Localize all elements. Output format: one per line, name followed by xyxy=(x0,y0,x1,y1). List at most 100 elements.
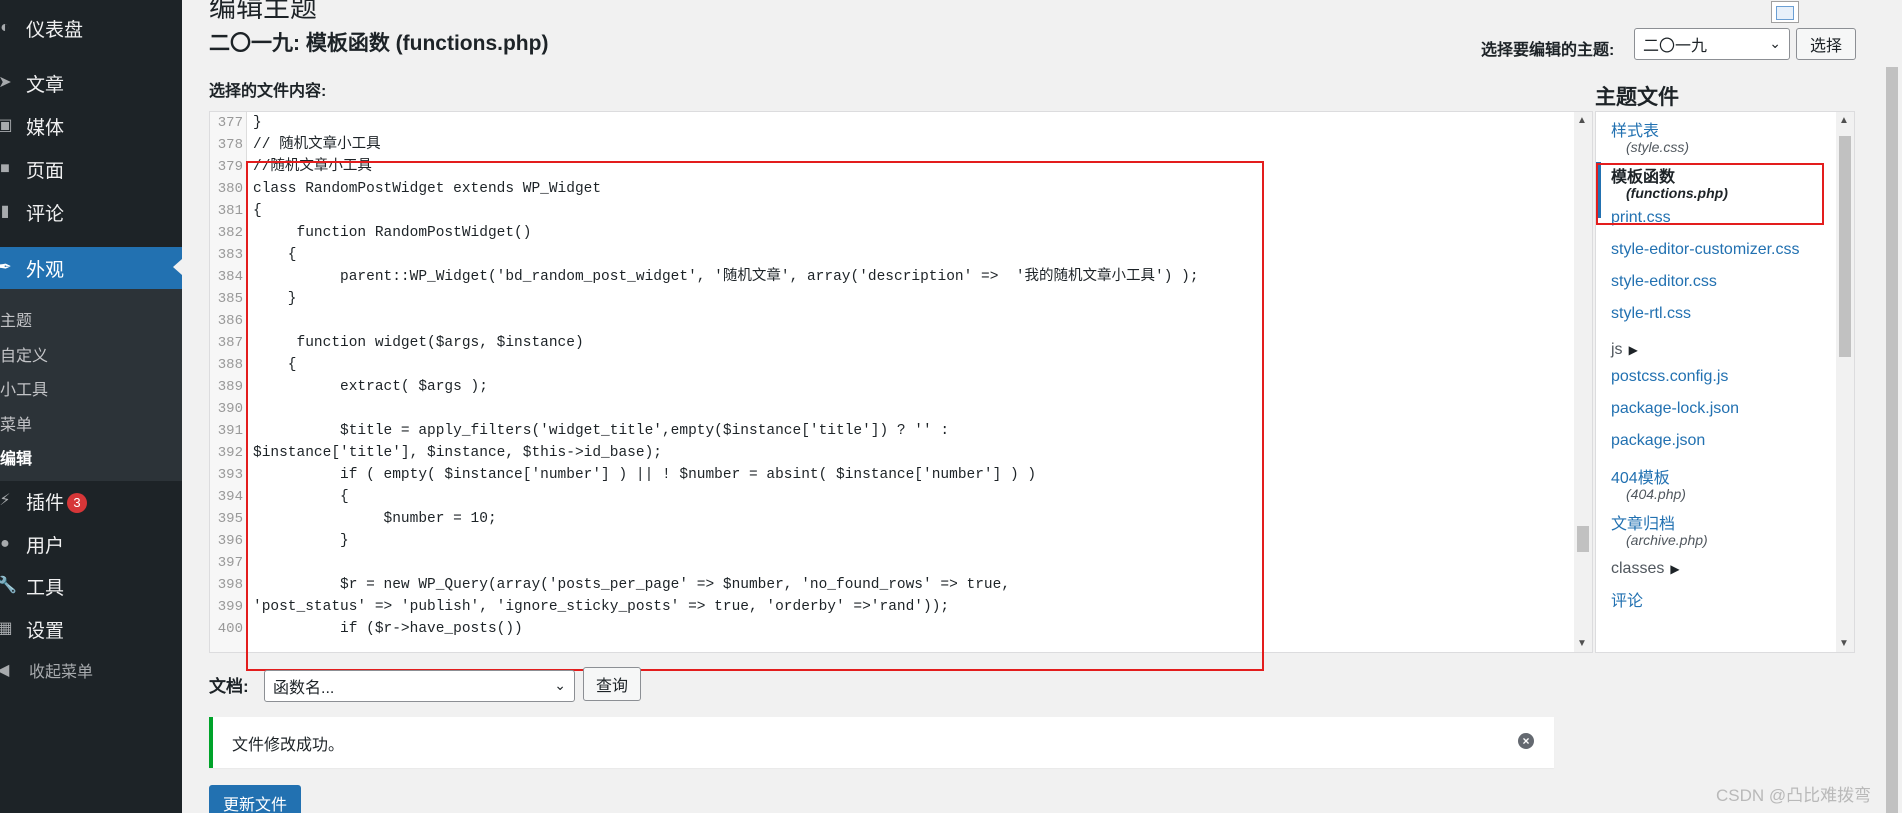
code-line[interactable]: 397 xyxy=(210,552,1570,574)
pin-icon: ➤ xyxy=(0,74,12,91)
code-line[interactable]: 399 'post_status' => 'publish', 'ignore_s… xyxy=(210,596,1570,618)
file-link[interactable]: style-editor.css xyxy=(1611,273,1717,291)
appearance-icon: ✒ xyxy=(0,259,12,276)
menu-plugins[interactable]: ⚡ 插件 3 xyxy=(0,481,182,521)
menu-dashboard[interactable]: ◐ 仪表盘 xyxy=(0,8,182,48)
code-line[interactable]: 388 { xyxy=(210,354,1570,376)
code-line[interactable]: 395 $number = 10; xyxy=(210,508,1570,530)
code-line[interactable]: 391 $title = apply_filters('widget_title… xyxy=(210,420,1570,442)
scroll-up-arrow-icon[interactable]: ▲ xyxy=(1577,115,1587,126)
submenu-customize[interactable]: 自定义 xyxy=(0,342,48,366)
file-link[interactable]: 评论 xyxy=(1611,587,1643,611)
file-link[interactable]: print.css xyxy=(1611,209,1671,227)
function-name-select[interactable]: 函数名... ⌄ xyxy=(264,670,575,702)
code-line[interactable]: 387 function widget($args, $instance) xyxy=(210,332,1570,354)
code-line[interactable]: 389 extract( $args ); xyxy=(210,376,1570,398)
code-line[interactable]: 385 } xyxy=(210,288,1570,310)
code-text: function widget($args, $instance) xyxy=(253,335,584,351)
code-text: 'post_status' => 'publish', 'ignore_stic… xyxy=(253,599,950,615)
menu-comments[interactable]: ▮ 评论 xyxy=(0,192,182,232)
menu-appearance[interactable]: ✒ 外观 xyxy=(0,247,182,289)
caret-right-icon: ▶ xyxy=(1628,343,1638,357)
code-line[interactable]: 377} xyxy=(210,112,1570,134)
theme-select[interactable]: 二〇一九 ⌄ xyxy=(1634,28,1790,60)
code-editor[interactable]: 377} 378 // 随机文章小工具 379 //随机文章小工具 380 class Ra… xyxy=(209,111,1593,653)
code-line[interactable]: 379 //随机文章小工具 xyxy=(210,156,1570,178)
file-link[interactable]: package-lock.json xyxy=(1611,400,1739,418)
code-line[interactable]: 392 $instance['title'], $instance, $this-… xyxy=(210,442,1570,464)
select-theme-button[interactable]: 选择 xyxy=(1796,28,1856,60)
function-name-placeholder: 函数名... xyxy=(273,680,335,697)
menu-users[interactable]: ● 用户 xyxy=(0,524,182,564)
code-line[interactable]: 383 { xyxy=(210,244,1570,266)
code-line[interactable]: 384 parent::WP_Widget('bd_random_post_wi… xyxy=(210,266,1570,288)
line-number: 400 xyxy=(217,621,243,637)
collapse-menu-label: 收起菜单 xyxy=(29,664,94,681)
file-name-hint: (404.php) xyxy=(1626,486,1686,502)
file-link[interactable]: 404模板 xyxy=(1611,464,1670,488)
line-number: 395 xyxy=(217,511,243,527)
menu-posts[interactable]: ➤ 文章 xyxy=(0,63,182,103)
file-link[interactable]: style-rtl.css xyxy=(1611,305,1691,323)
theme-files-panel: 样式表 (style.css) 模板函数 (functions.php) print.c… xyxy=(1595,111,1855,653)
menu-label: 工具 xyxy=(26,577,65,599)
line-number: 381 xyxy=(217,203,243,219)
file-link[interactable]: style-editor-customizer.css xyxy=(1611,241,1800,259)
code-line[interactable]: 378 // 随机文章小工具 xyxy=(210,134,1570,156)
code-line[interactable]: 400 if ($r->have_posts()) xyxy=(210,618,1570,640)
code-text: { xyxy=(253,357,297,373)
menu-label: 设置 xyxy=(26,620,65,642)
dismiss-icon[interactable]: × xyxy=(1518,733,1534,749)
menu-settings[interactable]: ▦ 设置 xyxy=(0,609,182,649)
files-scroll-thumb[interactable] xyxy=(1839,136,1851,357)
menu-pages[interactable]: ■ 页面 xyxy=(0,149,182,189)
code-text: $number = 10; xyxy=(253,511,497,527)
editor-scroll-thumb[interactable] xyxy=(1577,526,1589,552)
lookup-button[interactable]: 查询 xyxy=(583,667,641,701)
submenu-themes[interactable]: 主题 xyxy=(0,307,32,331)
page-scroll-thumb[interactable] xyxy=(1886,67,1898,813)
code-text: { xyxy=(253,489,349,505)
code-line[interactable]: 396 } xyxy=(210,530,1570,552)
menu-media[interactable]: ▣ 媒体 xyxy=(0,106,182,146)
folder-js[interactable]: js ▶ xyxy=(1611,341,1638,359)
file-link-selected[interactable]: 模板函数 xyxy=(1611,163,1675,187)
files-scrollbar[interactable]: ▲ ▼ xyxy=(1836,112,1854,652)
file-link[interactable]: postcss.config.js xyxy=(1611,368,1728,386)
file-link[interactable]: 文章归档 xyxy=(1611,510,1675,534)
code-line[interactable]: 382 function RandomPostWidget() xyxy=(210,222,1570,244)
line-number: 398 xyxy=(217,577,243,593)
submenu-widgets[interactable]: 小工具 xyxy=(0,376,48,400)
code-line[interactable]: 390 xyxy=(210,398,1570,420)
theme-select-value: 二〇一九 xyxy=(1643,38,1708,55)
scroll-up-arrow-icon[interactable]: ▲ xyxy=(1839,115,1849,126)
line-number: 383 xyxy=(217,247,243,263)
update-file-button[interactable]: 更新文件 xyxy=(209,785,301,813)
code-text: $r = new WP_Query(array('posts_per_page'… xyxy=(253,577,1011,593)
collapse-menu-button[interactable]: ◀ 收起菜单 xyxy=(0,658,182,682)
file-link[interactable]: 样式表 xyxy=(1611,117,1659,141)
file-link[interactable]: package.json xyxy=(1611,432,1705,450)
scroll-down-arrow-icon[interactable]: ▼ xyxy=(1577,638,1587,649)
folder-classes[interactable]: classes ▶ xyxy=(1611,560,1680,578)
menu-label: 插件 3 xyxy=(26,488,88,515)
submenu-menus[interactable]: 菜单 xyxy=(0,411,32,435)
code-line[interactable]: 380 class RandomPostWidget extends WP_Wid… xyxy=(210,178,1570,200)
line-number: 393 xyxy=(217,467,243,483)
code-line[interactable]: 394 { xyxy=(210,486,1570,508)
code-line[interactable]: 386 xyxy=(210,310,1570,332)
page-icon: ■ xyxy=(0,160,10,177)
code-line[interactable]: 381 { xyxy=(210,200,1570,222)
menu-label: 用户 xyxy=(26,535,65,557)
submenu-editor[interactable]: 编辑 xyxy=(0,445,32,469)
media-icon: ▣ xyxy=(0,117,13,134)
page-scrollbar[interactable] xyxy=(1882,67,1902,813)
code-text: extract( $args ); xyxy=(253,379,488,395)
code-line[interactable]: 398 $r = new WP_Query(array('posts_per_p… xyxy=(210,574,1570,596)
editor-scrollbar[interactable]: ▲ ▼ xyxy=(1574,112,1592,652)
code-line[interactable]: 393 if ( empty( $instance['number'] ) ||… xyxy=(210,464,1570,486)
content-label: 选择的文件内容: xyxy=(209,83,327,100)
line-number: 380 xyxy=(217,181,243,197)
scroll-down-arrow-icon[interactable]: ▼ xyxy=(1839,638,1849,649)
menu-tools[interactable]: 🔧 工具 xyxy=(0,566,182,606)
